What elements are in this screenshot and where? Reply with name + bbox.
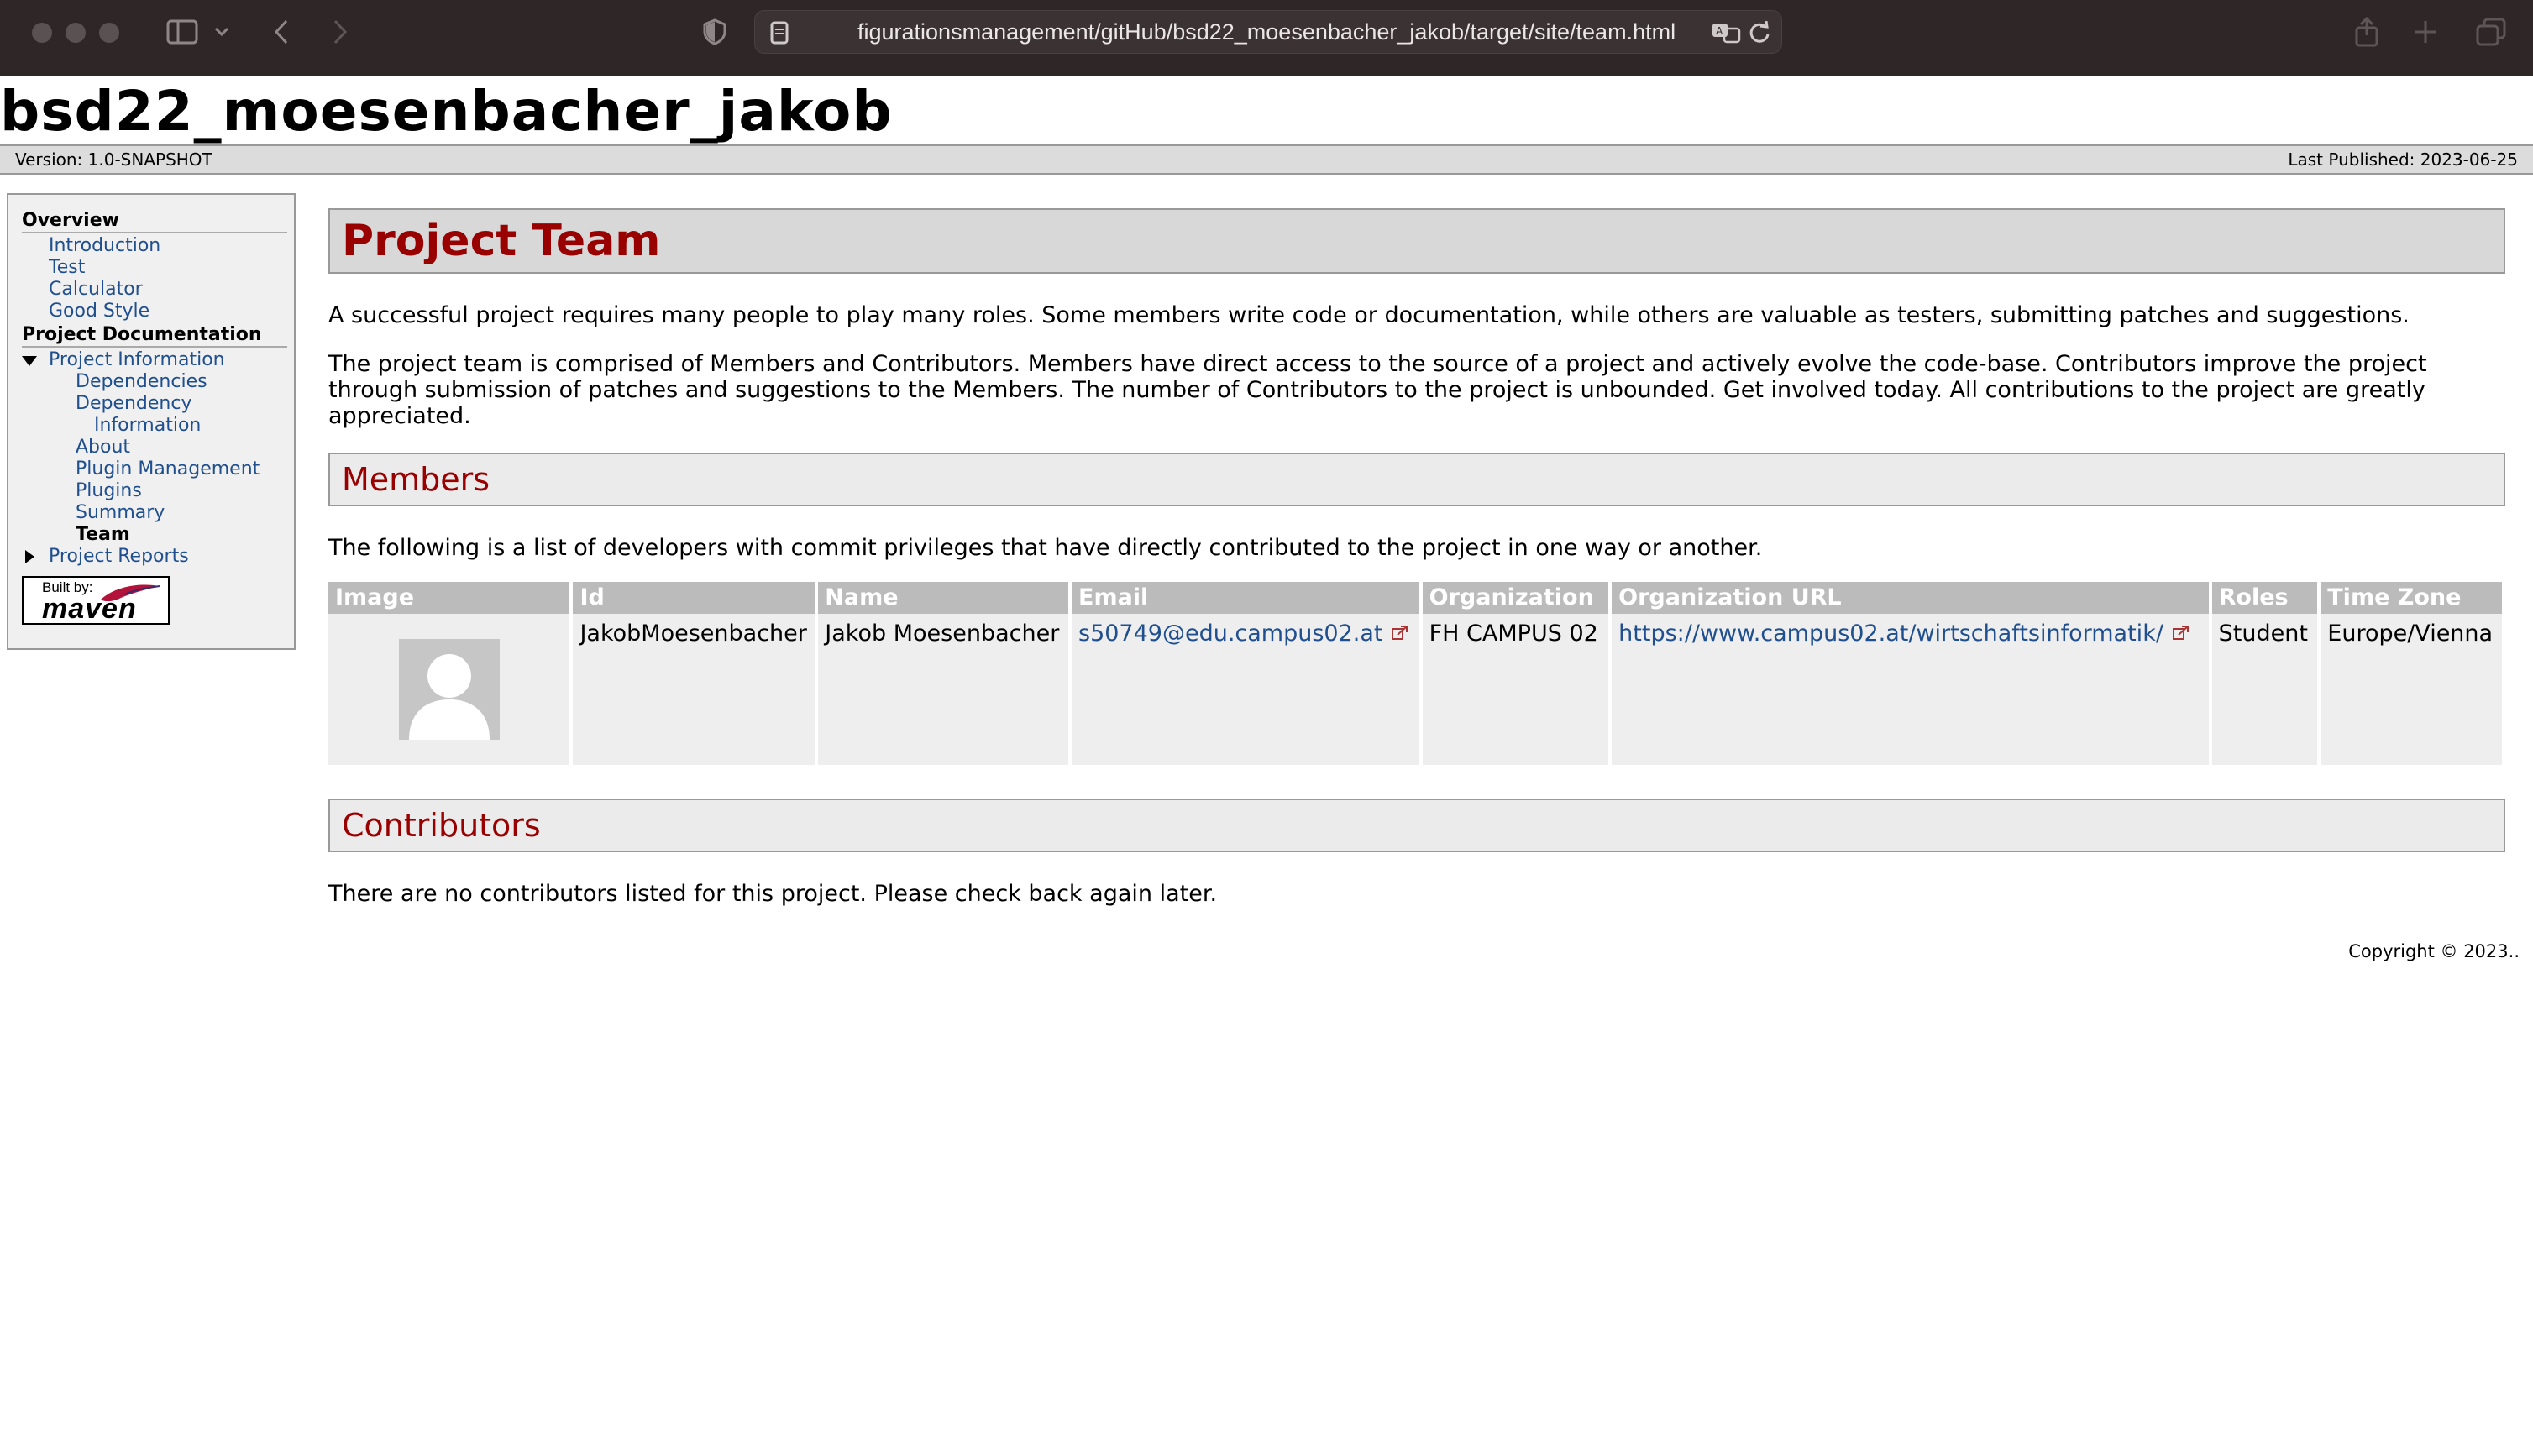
external-link-icon [1391, 621, 1409, 648]
breadcrumb-bar: Version: 1.0-SNAPSHOT Last Published: 20… [0, 144, 2533, 175]
page-title: Project Team [328, 208, 2505, 274]
column-header-organization-url: Organization URL [1612, 582, 2209, 614]
overview-heading: Overview [22, 210, 287, 233]
collapsed-caret-icon[interactable] [25, 550, 34, 563]
chevron-down-icon[interactable] [210, 13, 233, 50]
version-label: Version: 1.0-SNAPSHOT [15, 149, 212, 170]
members-table: Image Id Name Email Organization Organiz… [325, 582, 2505, 765]
address-bar[interactable]: figurationsmanagement/gitHub/bsd22_moese… [754, 10, 1782, 54]
share-icon[interactable] [2350, 13, 2384, 50]
member-email-cell: s50749@edu.campus02.at [1072, 614, 1419, 765]
documentation-menu: Project Information Dependencies Depende… [22, 349, 287, 568]
column-header-roles: Roles [2211, 582, 2318, 614]
minimize-window-button[interactable] [66, 23, 86, 43]
member-time-zone: Europe/Vienna [2321, 614, 2502, 765]
project-documentation-heading: Project Documentation [22, 324, 287, 348]
nav-dependencies-link[interactable]: Dependencies [76, 371, 207, 392]
site-banner-title[interactable]: bsd22_moesenbacher_jakob [0, 77, 893, 146]
nav-calculator-link[interactable]: Calculator [49, 279, 143, 300]
member-image-cell [328, 614, 570, 765]
member-organization-url-link[interactable]: https://www.campus02.at/wirtschaftsinfor… [1618, 621, 2163, 647]
reload-icon[interactable] [1744, 14, 1775, 51]
forward-icon[interactable] [326, 13, 354, 50]
avatar [398, 639, 500, 740]
tab-overview-icon[interactable] [2473, 13, 2509, 50]
column-header-name: Name [818, 582, 1068, 614]
nav-good-style-link[interactable]: Good Style [49, 301, 149, 322]
nav-plugins-link[interactable]: Plugins [76, 480, 142, 501]
new-tab-icon[interactable] [2409, 13, 2442, 50]
main-content: Project Team A successful project requir… [328, 208, 2505, 907]
table-header-row: Image Id Name Email Organization Organiz… [328, 582, 2502, 614]
members-description: The following is a list of developers wi… [328, 535, 1763, 561]
nav-dependency-information-link[interactable]: Dependency [76, 393, 191, 414]
overview-menu: Introduction Test Calculator Good Style [22, 235, 287, 322]
expanded-caret-icon[interactable] [22, 356, 37, 366]
close-window-button[interactable] [32, 23, 52, 43]
translate-icon[interactable]: A [1709, 14, 1743, 51]
member-organization: FH CAMPUS 02 [1422, 614, 1609, 765]
svg-text:A: A [1716, 25, 1723, 37]
nav-dependency-information-link-cont[interactable]: Information [94, 415, 201, 436]
table-row: JakobMoesenbacher Jakob Moesenbacher s50… [328, 614, 2502, 765]
column-header-time-zone: Time Zone [2321, 582, 2502, 614]
intro-paragraph-1: A successful project requires many peopl… [328, 302, 2410, 328]
member-name: Jakob Moesenbacher [818, 614, 1068, 765]
copyright-footer: Copyright © 2023.. [2348, 941, 2520, 961]
column-header-email: Email [1072, 582, 1419, 614]
zoom-window-button[interactable] [99, 23, 119, 43]
column-header-image: Image [328, 582, 570, 614]
page-icon [767, 14, 792, 51]
member-roles: Student [2211, 614, 2318, 765]
back-icon[interactable] [267, 13, 296, 50]
contributors-heading: Contributors [328, 799, 2505, 852]
left-navigation: Overview Introduction Test Calculator Go… [7, 193, 296, 650]
last-published-label: Last Published: 2023-06-25 [2288, 149, 2518, 170]
intro-paragraph-2: The project team is comprised of Members… [328, 351, 2427, 429]
privacy-shield-icon[interactable] [700, 13, 729, 50]
column-header-organization: Organization [1422, 582, 1609, 614]
members-heading: Members [328, 453, 2505, 506]
contributors-description: There are no contributors listed for thi… [328, 881, 1218, 907]
default-user-icon [398, 639, 500, 740]
nav-summary-link[interactable]: Summary [76, 502, 165, 523]
browser-toolbar: figurationsmanagement/gitHub/bsd22_moese… [0, 0, 2533, 76]
nav-team-current: Team [76, 524, 130, 545]
nav-project-information-link[interactable]: Project Information [49, 349, 225, 370]
maven-feather-icon [101, 584, 160, 602]
sidebar-toggle-icon[interactable] [161, 13, 203, 50]
external-link-icon [2172, 621, 2190, 648]
nav-project-reports-link[interactable]: Project Reports [49, 546, 189, 567]
url-text[interactable]: figurationsmanagement/gitHub/bsd22_moese… [857, 11, 1676, 53]
nav-about-link[interactable]: About [76, 437, 130, 458]
built-by-maven-logo[interactable]: Built by: maven [22, 576, 170, 625]
member-organization-url-cell: https://www.campus02.at/wirtschaftsinfor… [1612, 614, 2209, 765]
nav-plugin-management-link[interactable]: Plugin Management [76, 458, 260, 479]
member-email-link[interactable]: s50749@edu.campus02.at [1078, 621, 1382, 647]
column-header-id: Id [573, 582, 815, 614]
nav-introduction-link[interactable]: Introduction [49, 235, 160, 256]
member-id: JakobMoesenbacher [573, 614, 815, 765]
nav-test-link[interactable]: Test [49, 257, 85, 278]
